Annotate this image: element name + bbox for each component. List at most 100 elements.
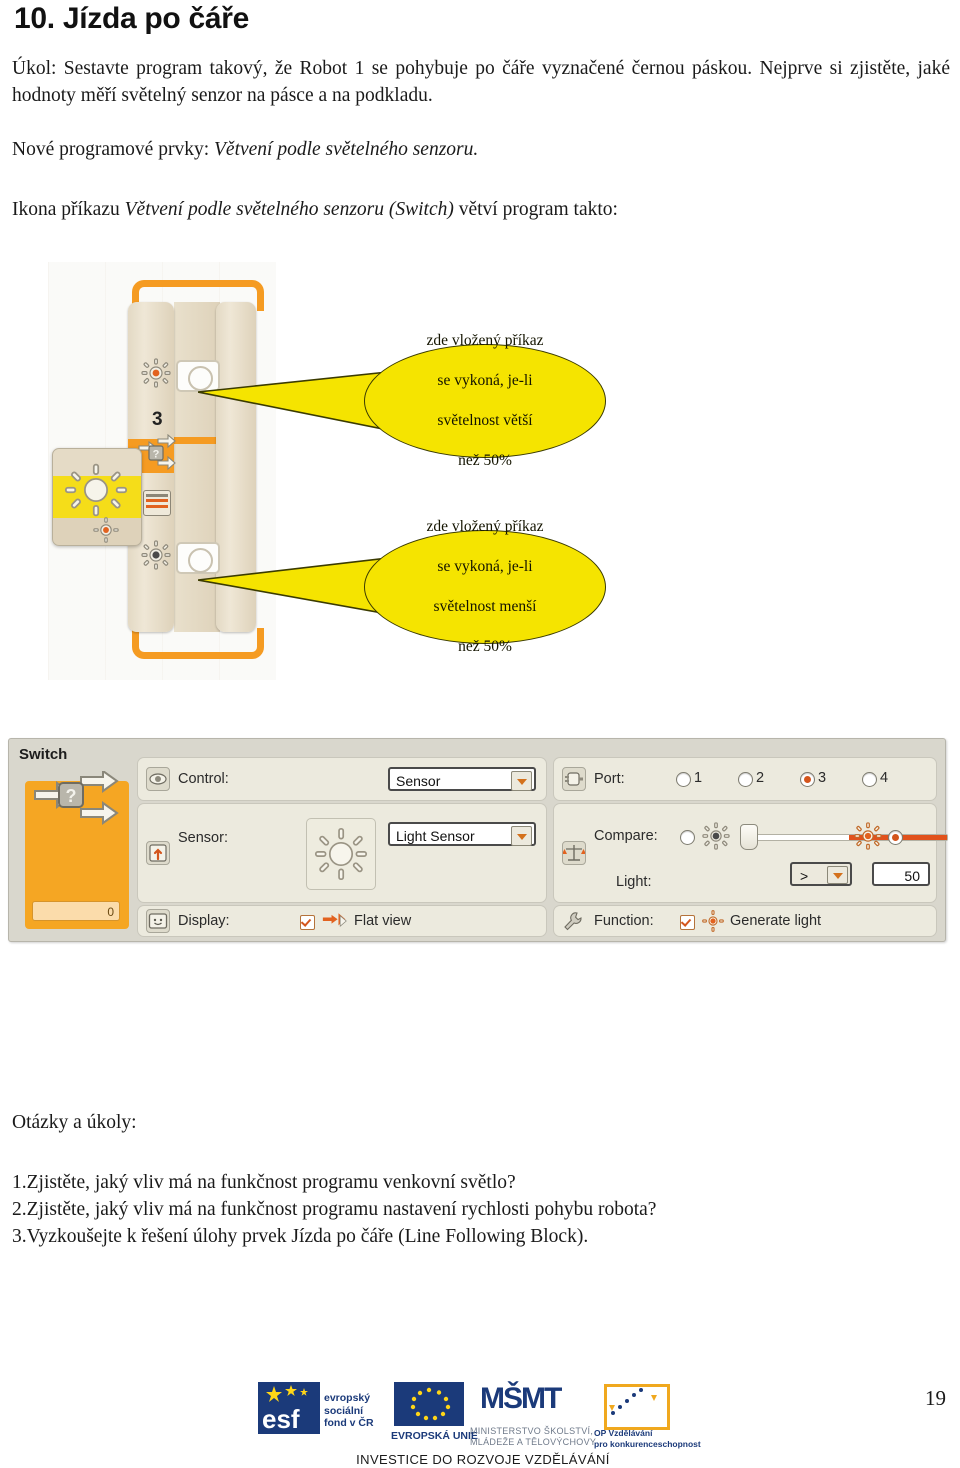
sun-dark-icon: [141, 540, 171, 570]
callout-bottom-line-3: světelnost menší: [433, 598, 537, 615]
op-dots-icon: [609, 1388, 657, 1415]
switch-block-thumbnail: ? 0: [25, 771, 129, 929]
sensor-tile-small-sun-icon: [93, 517, 119, 543]
light-sensor-sun-icon: [64, 463, 128, 517]
callout-top-line-4: než 50%: [458, 452, 512, 469]
svg-text:esf: esf: [262, 1404, 300, 1434]
sensor-arrow-icon: [146, 841, 170, 865]
flat-view-checkbox[interactable]: [300, 915, 315, 930]
esf-logo: esf: [258, 1382, 320, 1434]
comparison-operator-dropdown[interactable]: >: [790, 862, 852, 886]
port-label-2: 2: [756, 770, 765, 786]
generate-light-checkbox[interactable]: [680, 915, 695, 930]
msmt-logo-mark: MŠMT: [480, 1382, 562, 1415]
compare-dark-radio[interactable]: [680, 830, 695, 845]
new-elements-italic: Větvení podle světelného senzoru.: [214, 139, 479, 160]
questions-heading: Otázky a úkoly:: [12, 1112, 137, 1133]
question-item-3: 3.Vyzkoušejte k řešení úlohy prvek Jízda…: [12, 1226, 589, 1247]
row-port: Port: 1 2 3 4: [553, 757, 937, 801]
callout-tail-bottom: [198, 558, 388, 615]
sensor-dropdown-value: Light Sensor: [396, 828, 475, 844]
callout-bottom-line-2: se vykoná, je-li: [437, 558, 533, 575]
switch-question-icon: ?: [138, 434, 176, 471]
port-radio-3[interactable]: [800, 772, 815, 787]
question-item-2: 2.Zjistěte, jaký vliv má na funkčnost pr…: [12, 1199, 657, 1220]
panel-title: Switch: [19, 746, 68, 763]
sensor-dropdown[interactable]: Light Sensor: [388, 822, 536, 846]
light-threshold-slider-thumb[interactable]: [740, 824, 758, 850]
scales-icon: [562, 841, 586, 865]
port-number-label: 3: [152, 409, 163, 430]
flat-view-arrows-icon: [322, 913, 347, 927]
port-label-1: 1: [694, 770, 703, 786]
op-text-line-2: pro konkurenceschopnost: [594, 1438, 701, 1449]
icon-line-italic: Větvení podle světelného senzoru (Switch…: [124, 199, 454, 220]
wrench-icon: [564, 912, 582, 931]
icon-command-paragraph: Ikona příkazu Větvení podle světelného s…: [12, 196, 950, 223]
question-item-1: 1.Zjistěte, jaký vliv má na funkčnost pr…: [12, 1172, 516, 1193]
switch-configuration-panel: Switch ? 0 Control: Sensor Sensor: Light…: [8, 738, 948, 942]
sequence-beam-bottom: [132, 628, 264, 659]
comparison-operator-value: >: [800, 868, 809, 884]
callout-top-line-3: světelnost větší: [437, 412, 533, 429]
control-dropdown[interactable]: Sensor: [388, 767, 536, 791]
flat-view-label: Flat view: [354, 913, 412, 929]
callout-bubble-true: zde vložený příkaz se vykoná, je-li svět…: [364, 332, 606, 469]
eye-icon: [146, 767, 170, 791]
sun-bright-icon: [854, 822, 882, 850]
sun-bright-icon: [141, 358, 171, 388]
chevron-down-icon[interactable]: [511, 771, 532, 791]
svg-text:?: ?: [66, 786, 77, 806]
esf-logo-text: evropský sociální fond v ČR: [324, 1392, 374, 1430]
light-label: Light:: [616, 874, 652, 890]
row-display: Display: Flat view: [137, 905, 547, 937]
footer-motto: INVESTICE DO ROZVOJE VZDĚLÁVÁNÍ: [356, 1452, 610, 1467]
flat-view-lines-icon: [143, 490, 171, 516]
row-sensor-label: Sensor:: [178, 830, 228, 846]
port-label-4: 4: [880, 770, 889, 786]
op-text-line-1: OP Vzdělávání: [594, 1428, 653, 1438]
row-function: Function: Generate light: [553, 905, 937, 937]
row-function-label: Function:: [594, 913, 654, 929]
svg-text:?: ?: [153, 449, 160, 461]
callout-top-line-1: zde vložený příkaz: [426, 332, 544, 349]
new-elements-prefix: Nové programové prvky:: [12, 139, 214, 160]
esf-stars-icon: esf: [262, 1385, 308, 1434]
row-compare-label: Compare:: [594, 828, 658, 844]
callout-tail-top: [198, 372, 388, 431]
new-elements-paragraph: Nové programové prvky: Větvení podle svě…: [12, 136, 950, 163]
op-logo-text: OP Vzdělávání pro konkurenceschopnost: [594, 1428, 701, 1449]
port-radio-2[interactable]: [738, 772, 753, 787]
port-radio-4[interactable]: [862, 772, 877, 787]
switch-block-value: 0: [32, 901, 120, 921]
callout-bottom-line-1: zde vložený příkaz: [426, 518, 544, 535]
port-radio-1[interactable]: [676, 772, 691, 787]
control-dropdown-value: Sensor: [396, 773, 441, 789]
sun-dark-icon: [702, 822, 730, 850]
eu-logo-label: EVROPSKÁ UNIE: [391, 1430, 478, 1442]
page-number: 19: [925, 1386, 946, 1410]
callout-bottom-line-4: než 50%: [458, 638, 512, 655]
light-threshold-slider-track[interactable]: [750, 834, 948, 841]
light-threshold-input[interactable]: 50: [872, 862, 930, 886]
task-paragraph: Úkol: Sestavte program takový, že Robot …: [12, 58, 950, 106]
generate-light-label: Generate light: [730, 913, 822, 929]
esf-text-line-1: evropský: [324, 1392, 371, 1404]
row-compare: Compare: Light: > 50: [553, 803, 948, 903]
esf-text-line-2: sociální: [324, 1404, 364, 1417]
row-control: Control: Sensor: [137, 757, 547, 801]
footer-logos: esf evropský sociální fond v ČR EVROPSKÁ…: [258, 1378, 708, 1467]
icon-line-suffix: větví program takto:: [453, 199, 618, 220]
display-smiley-icon: [146, 909, 170, 933]
sensor-preview-tile: [306, 818, 376, 890]
callout-bubble-false: zde vložený příkaz se vykoná, je-li svět…: [364, 518, 606, 655]
row-display-label: Display:: [178, 913, 230, 929]
compare-bright-radio[interactable]: [888, 830, 903, 845]
chevron-down-icon[interactable]: [827, 866, 848, 884]
plug-icon: [562, 767, 586, 791]
row-sensor: Sensor: Light Sensor: [137, 803, 547, 903]
msmt-logo-text: MINISTERSTVO ŠKOLSTVÍ, MLÁDEŽE A TĚLOVÝC…: [470, 1426, 596, 1448]
chevron-down-icon[interactable]: [511, 826, 532, 846]
callout-top-line-2: se vykoná, je-li: [437, 372, 533, 389]
port-label-3: 3: [818, 770, 827, 786]
